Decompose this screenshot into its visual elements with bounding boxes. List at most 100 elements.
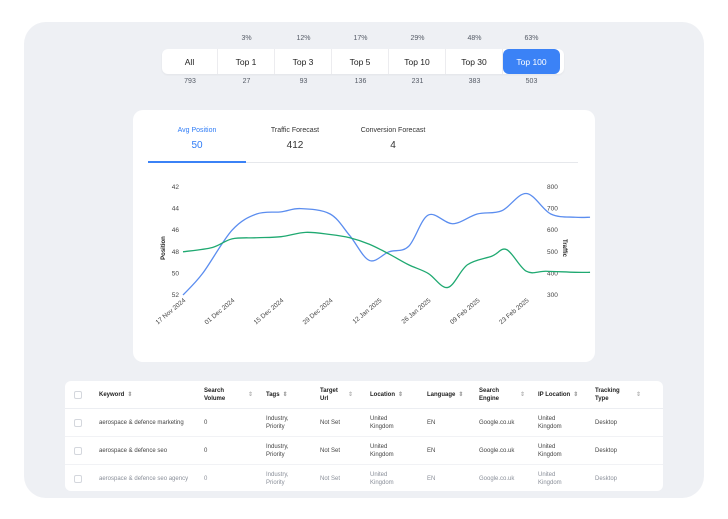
sort-icon: ⇕ <box>520 392 526 398</box>
cell-ip-location: United Kingdom <box>538 415 562 430</box>
cell-keyword: aerospace & defence seo agency <box>99 476 189 482</box>
header-target-url[interactable]: Target Url <box>320 387 344 403</box>
header-language[interactable]: Language ⇕ <box>427 391 463 399</box>
header-search-volume[interactable]: Search Volume <box>204 387 244 403</box>
y-tick-label: 50 <box>172 270 180 277</box>
cell-tracking-type: Desktop <box>595 447 618 454</box>
tab-conversion-forecast[interactable]: Conversion Forecast 4 <box>344 125 442 162</box>
x-tick-label: 12 Jan 2025 <box>352 297 384 326</box>
tab-label: Avg Position <box>177 127 217 134</box>
y2-tick-label: 500 <box>547 249 558 256</box>
tab-value: 412 <box>286 140 304 151</box>
x-tick-label: 17 Nov 2024 <box>155 297 188 326</box>
tab-label: Conversion Forecast <box>360 127 426 134</box>
cell-search-engine: Google.co.uk <box>479 419 515 426</box>
header-tags[interactable]: Tags ⇕ <box>266 391 288 399</box>
cell-search-volume: 0 <box>204 447 208 454</box>
y2-tick-label: 300 <box>547 292 558 299</box>
percent-top100: 63% <box>524 35 539 42</box>
cell-location: United Kingdom <box>370 472 394 486</box>
header-label: Language <box>427 391 456 398</box>
percent-top10: 29% <box>410 35 425 42</box>
header-label: Tags <box>266 391 280 398</box>
filter-count-row: 793 27 93 136 231 383 503 <box>162 78 564 90</box>
filter-top10-button[interactable]: Top 10 <box>389 49 446 74</box>
count-top1: 27 <box>242 78 251 85</box>
y-tick-label: 44 <box>172 206 180 213</box>
header-tracking-type[interactable]: Tracking Type <box>595 387 629 403</box>
header-label: Target Url <box>320 387 338 402</box>
count-top30: 383 <box>468 78 481 85</box>
active-tab-underline <box>148 161 246 163</box>
cell-keyword: aerospace & defence seo <box>99 447 168 454</box>
cell-tags: Industry, Priority <box>266 472 289 486</box>
position-series-line <box>182 192 591 296</box>
select-all-checkbox[interactable] <box>74 390 82 399</box>
traffic-series-line <box>182 231 591 289</box>
x-tick-label: 15 Dec 2024 <box>253 297 286 326</box>
cell-target-url: Not Set <box>320 419 341 426</box>
y-tick-label: 48 <box>172 249 180 256</box>
percent-top5: 17% <box>353 35 368 42</box>
header-location[interactable]: Location ⇕ <box>370 391 403 399</box>
filter-top100-button[interactable]: Top 100 <box>503 49 560 74</box>
table-row[interactable]: aerospace & defence seo agency 0 Industr… <box>65 465 663 493</box>
table-row[interactable]: aerospace & defence marketing 0 Industry… <box>65 409 663 437</box>
cell-search-engine: Google.co.uk <box>479 476 515 482</box>
cell-location: United Kingdom <box>370 443 394 458</box>
percent-top1: 3% <box>241 35 252 42</box>
table-header: Keyword ⇕ Search Volume ⇕ Tags ⇕ Target Ur… <box>65 381 663 409</box>
header-label: Tracking Type <box>595 387 620 402</box>
header-keyword[interactable]: Keyword ⇕ <box>99 391 132 399</box>
tab-value: 50 <box>191 140 203 151</box>
table-row[interactable]: aerospace & defence seo 0 Industry, Prio… <box>65 437 663 465</box>
rank-filter-segmented-control: All Top 1 Top 3 Top 5 Top 10 Top 30 Top … <box>162 49 564 74</box>
row-checkbox[interactable] <box>74 446 82 455</box>
sort-icon: ⇕ <box>127 391 133 398</box>
tab-traffic-forecast[interactable]: Traffic Forecast 412 <box>246 125 344 162</box>
filter-top5-button[interactable]: Top 5 <box>332 49 389 74</box>
filter-top30-button[interactable]: Top 30 <box>446 49 503 74</box>
count-top100: 503 <box>525 78 538 85</box>
x-tick-label: 26 Jan 2025 <box>401 297 433 326</box>
filter-top3-button[interactable]: Top 3 <box>275 49 332 74</box>
cell-language: EN <box>427 447 436 454</box>
cell-target-url: Not Set <box>320 476 341 482</box>
y-tick-label: 52 <box>172 292 180 299</box>
x-tick-label: 23 Feb 2025 <box>498 297 531 326</box>
y2-tick-label: 800 <box>547 184 558 191</box>
header-label: Keyword <box>99 391 125 398</box>
header-label: Location <box>370 391 395 398</box>
sort-icon: ⇕ <box>398 391 404 398</box>
cell-language: EN <box>427 476 436 482</box>
cell-language: EN <box>427 419 436 426</box>
position-traffic-chart: 424446485052 800700600500400300 17 Nov 2… <box>155 184 591 326</box>
filter-top1-button[interactable]: Top 1 <box>218 49 275 74</box>
keyword-table: Keyword ⇕ Search Volume ⇕ Tags ⇕ Target Ur… <box>65 381 663 491</box>
cell-search-volume: 0 <box>204 476 208 482</box>
tab-avg-position[interactable]: Avg Position 50 <box>148 125 246 162</box>
sort-icon: ⇕ <box>248 392 254 398</box>
header-search-engine[interactable]: Search Engine <box>479 387 509 403</box>
filter-all-button[interactable]: All <box>162 49 218 74</box>
x-tick-label: 01 Dec 2024 <box>204 297 237 326</box>
header-label: Search Engine <box>479 387 500 402</box>
tab-label: Traffic Forecast <box>270 127 320 134</box>
cell-tags: Industry, Priority <box>266 415 289 430</box>
cell-location: United Kingdom <box>370 415 394 430</box>
cell-tracking-type: Desktop <box>595 419 618 426</box>
count-top5: 136 <box>354 78 367 85</box>
cell-ip-location: United Kingdom <box>538 443 562 458</box>
cell-target-url: Not Set <box>320 447 341 454</box>
cell-ip-location: United Kingdom <box>538 472 562 486</box>
x-tick-label: 29 Dec 2024 <box>302 297 335 326</box>
metric-tabs: Avg Position 50 Traffic Forecast 412 Con… <box>148 125 578 163</box>
header-ip-location[interactable]: IP Location ⇕ <box>538 391 578 399</box>
filter-percent-row: 3% 12% 17% 29% 48% 63% <box>162 35 564 47</box>
row-checkbox[interactable] <box>74 418 82 427</box>
count-top10: 231 <box>411 78 424 85</box>
row-checkbox[interactable] <box>74 475 82 483</box>
cell-tags: Industry, Priority <box>266 443 289 458</box>
sort-icon: ⇕ <box>573 391 579 398</box>
sort-icon: ⇕ <box>282 391 288 398</box>
